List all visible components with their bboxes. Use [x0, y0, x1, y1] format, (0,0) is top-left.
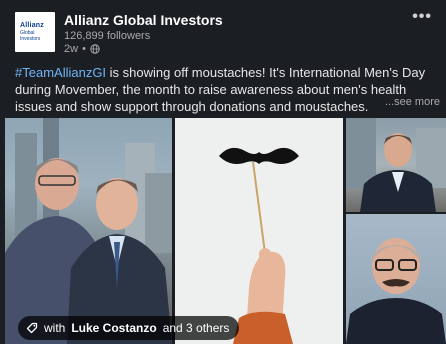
photo-two-men[interactable] — [5, 118, 172, 344]
photo-moustache-prop[interactable] — [175, 118, 343, 344]
tagged-person-name[interactable]: Luke Costanzo — [71, 321, 156, 335]
globe-icon — [90, 44, 100, 54]
tagged-people-chip[interactable]: with Luke Costanzo and 3 others — [18, 316, 240, 340]
post-time: 2w — [64, 43, 79, 55]
company-logo[interactable]: Allianz Global Investors — [15, 12, 55, 52]
more-options-icon[interactable]: ••• — [412, 9, 432, 25]
man-with-glasses-illustration — [346, 238, 446, 344]
post-meta: 2w • — [64, 43, 100, 55]
photo-man-with-glasses[interactable] — [346, 214, 446, 344]
bullet-separator: • — [82, 43, 86, 55]
tag-icon — [26, 322, 38, 334]
post-text: #TeamAllianzGI is showing off moustaches… — [15, 64, 440, 115]
see-more-link[interactable]: ...see more — [385, 96, 440, 108]
photo-man-in-suit[interactable] — [346, 118, 446, 212]
moustache-prop-illustration — [219, 147, 299, 344]
logo-line-3: Investors — [20, 36, 41, 42]
photo-two-men-illustration — [5, 118, 172, 344]
hashtag-link[interactable]: #TeamAllianzGI — [15, 65, 106, 80]
tag-suffix: and 3 others — [162, 321, 230, 335]
tag-prefix: with — [44, 321, 66, 335]
author-name[interactable]: Allianz Global Investors — [64, 12, 223, 28]
post-header: Allianz Global Investors Allianz Global … — [0, 0, 446, 58]
follower-count: 126,899 followers — [64, 30, 151, 42]
logo-line-1: Allianz — [20, 22, 44, 29]
man-in-suit-illustration — [346, 118, 446, 212]
post-media[interactable]: with Luke Costanzo and 3 others — [5, 118, 446, 344]
